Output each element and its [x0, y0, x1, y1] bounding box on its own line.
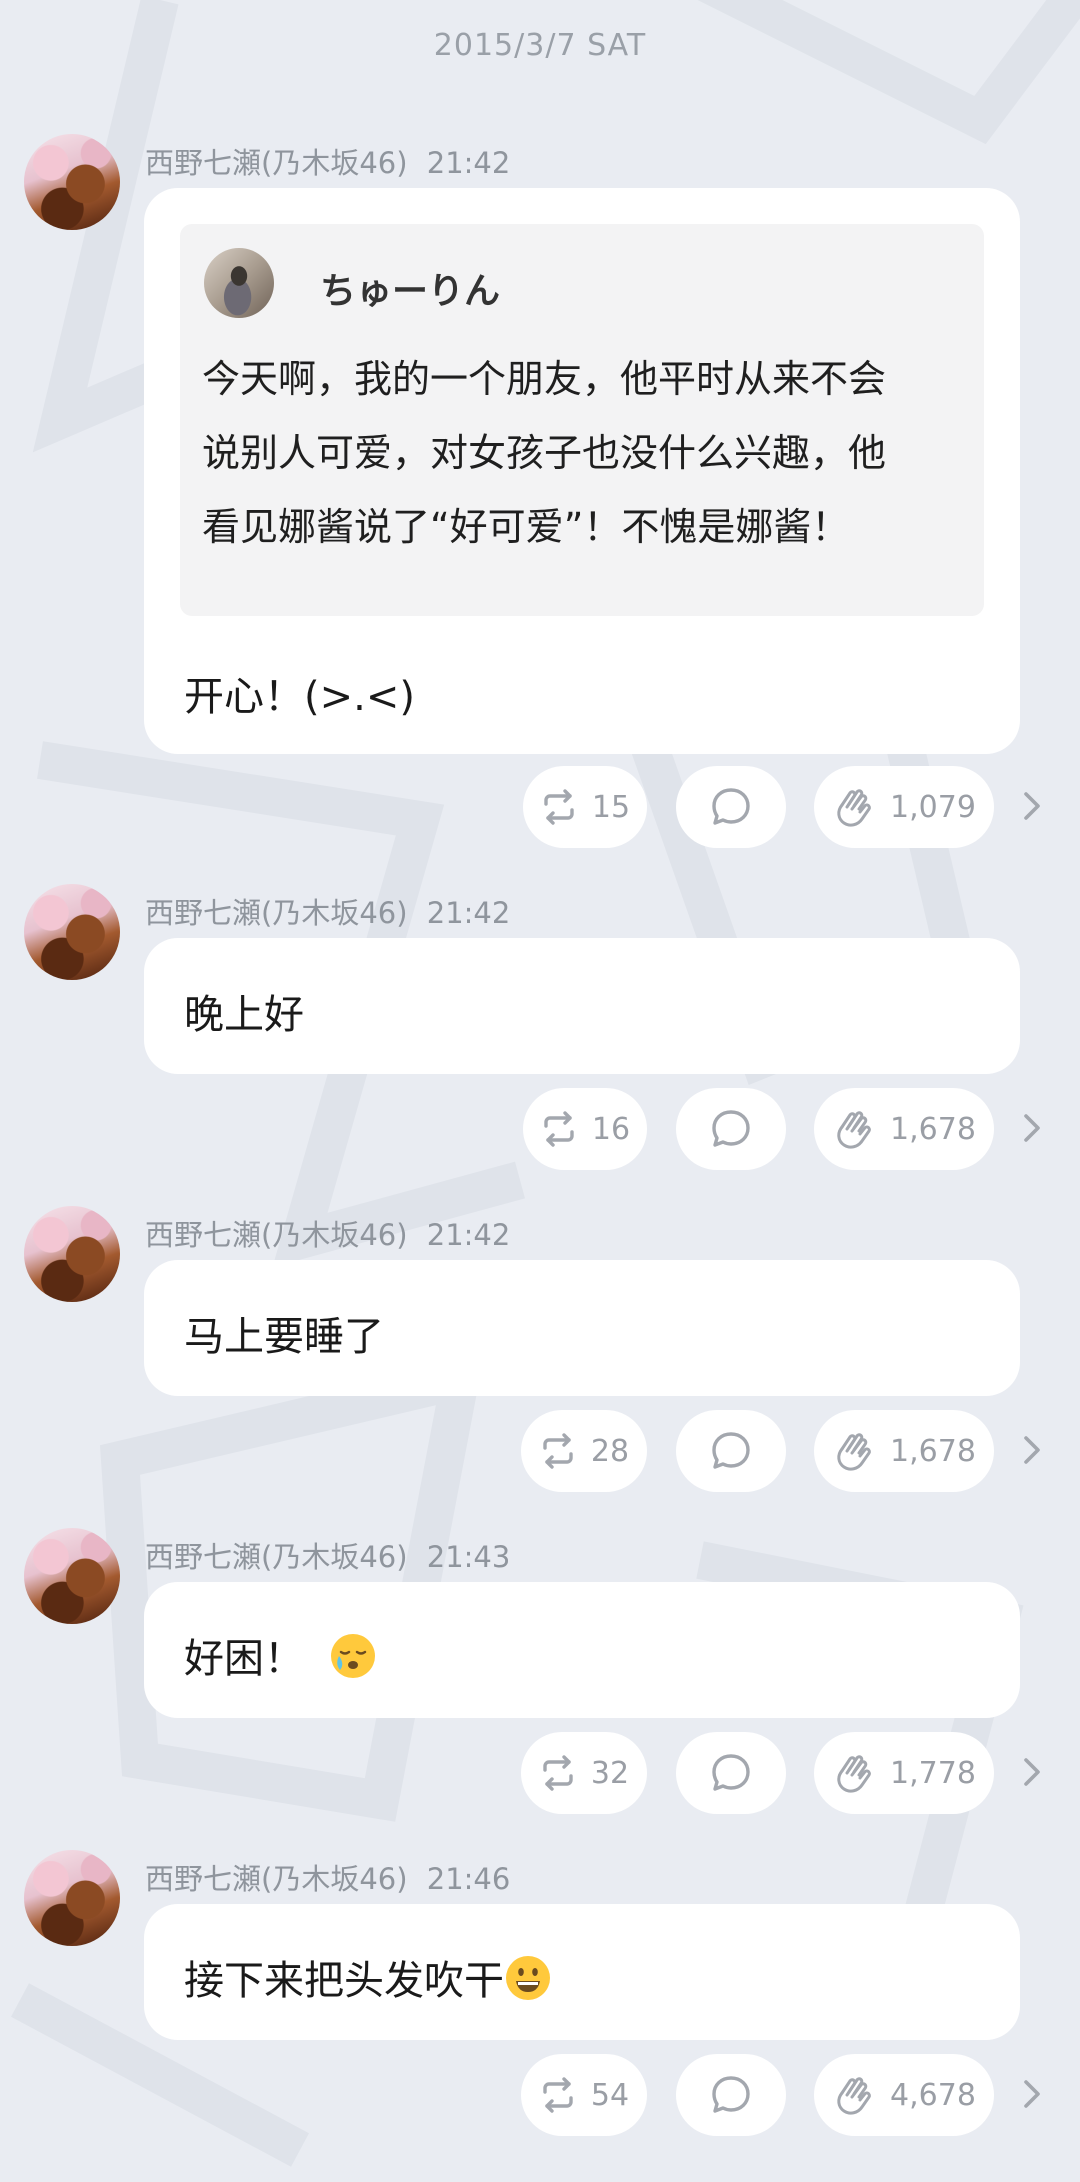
post-meta: 西野七瀬(乃木坂46) 21:42 — [145, 890, 510, 932]
message-bubble[interactable]: 晚上好 — [144, 938, 1020, 1074]
author-name: 西野七瀬(乃木坂46) — [145, 1540, 408, 1574]
quoted-user-avatar — [204, 248, 274, 318]
repost-count: 54 — [590, 2077, 630, 2113]
repost-button[interactable]: 16 — [523, 1088, 647, 1170]
comment-icon — [712, 1110, 750, 1147]
author-avatar[interactable] — [24, 1206, 120, 1302]
comment-button[interactable] — [676, 766, 786, 848]
author-avatar[interactable] — [24, 1528, 120, 1624]
comment-button[interactable] — [676, 1410, 786, 1492]
comment-icon — [712, 788, 750, 825]
message-text: 接下来把头发吹干 — [184, 1958, 504, 2004]
repost-count: 16 — [591, 1111, 631, 1147]
sleepy-face-emoji — [330, 1634, 375, 1678]
post-actions: 54 4,678 — [0, 2054, 1080, 2138]
quoted-post[interactable]: ちゅーりん 今天啊，我的一个朋友，他平时从来不会 说别人可爱，对女孩子也没什么兴… — [180, 224, 984, 616]
clap-icon — [837, 789, 871, 827]
message-text: 好困！ — [184, 1636, 304, 1682]
message-text: 晚上好 — [184, 992, 304, 1038]
author-avatar[interactable] — [24, 1850, 120, 1946]
post-time: 21:42 — [426, 1218, 511, 1252]
quoted-text-line: 说别人可爱，对女孩子也没什么兴趣，他 — [202, 431, 887, 475]
author-name: 西野七瀬(乃木坂46) — [145, 896, 408, 930]
post-actions: 15 1,079 — [0, 766, 1080, 850]
message-line: 接下来把头发吹干 — [184, 1948, 550, 2006]
message-text: 开心！(>.<) — [184, 674, 415, 720]
post-meta: 西野七瀬(乃木坂46) 21:42 — [145, 1212, 510, 1254]
post-meta: 西野七瀬(乃木坂46) 21:42 — [145, 140, 510, 182]
repost-button[interactable]: 28 — [521, 1410, 647, 1492]
chevron-right-icon[interactable] — [1014, 1752, 1050, 1792]
post-actions: 28 1,678 — [0, 1410, 1080, 1494]
repost-count: 32 — [590, 1755, 630, 1791]
repost-count: 15 — [591, 789, 631, 825]
chevron-right-icon[interactable] — [1014, 1430, 1050, 1470]
repost-icon — [543, 1755, 573, 1791]
author-avatar[interactable] — [24, 884, 120, 980]
comment-icon — [712, 1754, 750, 1791]
post-meta: 西野七瀬(乃木坂46) 21:46 — [145, 1856, 510, 1898]
comment-button[interactable] — [676, 1088, 786, 1170]
clap-button[interactable]: 4,678 — [814, 2054, 994, 2136]
post-actions: 32 1,778 — [0, 1732, 1080, 1816]
quoted-user-name: ちゅーりん — [320, 271, 501, 312]
repost-icon — [544, 789, 574, 825]
message-bubble[interactable]: 马上要睡了 — [144, 1260, 1020, 1396]
repost-button[interactable]: 15 — [523, 766, 647, 848]
date-header: 2015/3/7 SAT — [433, 28, 647, 63]
message-line: 好困！ — [184, 1626, 375, 1684]
clap-icon — [837, 1755, 871, 1793]
repost-count: 28 — [590, 1433, 630, 1469]
comment-button[interactable] — [676, 2054, 786, 2136]
clap-count: 1,079 — [890, 789, 976, 825]
message-text: 马上要睡了 — [184, 1314, 384, 1360]
post-time: 21:42 — [426, 146, 511, 180]
post-time: 21:43 — [426, 1540, 511, 1574]
comment-icon — [712, 2076, 750, 2113]
repost-button[interactable]: 32 — [521, 1732, 647, 1814]
author-avatar[interactable] — [24, 134, 120, 230]
chevron-right-icon[interactable] — [1014, 2074, 1050, 2114]
post-meta: 西野七瀬(乃木坂46) 21:43 — [145, 1534, 510, 1576]
repost-icon — [543, 1433, 573, 1469]
quoted-text-line: 今天啊，我的一个朋友，他平时从来不会 — [202, 357, 887, 401]
author-name: 西野七瀬(乃木坂46) — [145, 1218, 408, 1252]
clap-icon — [837, 2077, 871, 2115]
message-bubble[interactable]: 接下来把头发吹干 — [144, 1904, 1020, 2040]
clap-icon — [837, 1111, 871, 1149]
message-bubble[interactable]: ちゅーりん 今天啊，我的一个朋友，他平时从来不会 说别人可爱，对女孩子也没什么兴… — [144, 188, 1020, 754]
post-time: 21:42 — [426, 896, 511, 930]
repost-icon — [544, 1111, 574, 1147]
message-bubble[interactable]: 好困！ — [144, 1582, 1020, 1718]
quoted-text-line: 看见娜酱说了“好可爱”！不愧是娜酱！ — [202, 505, 850, 549]
post-time: 21:46 — [426, 1862, 511, 1896]
author-name: 西野七瀬(乃木坂46) — [145, 1862, 408, 1896]
clap-button[interactable]: 1,678 — [814, 1410, 994, 1492]
clap-count: 1,778 — [890, 1755, 976, 1791]
comment-icon — [712, 1432, 750, 1469]
clap-count: 1,678 — [890, 1433, 976, 1469]
clap-button[interactable]: 1,678 — [814, 1088, 994, 1170]
chevron-right-icon[interactable] — [1014, 786, 1050, 826]
grinning-face-emoji — [506, 1956, 550, 2000]
post-actions: 16 1,678 — [0, 1088, 1080, 1172]
clap-button[interactable]: 1,079 — [814, 766, 994, 848]
author-name: 西野七瀬(乃木坂46) — [145, 146, 408, 180]
chat-timeline: 2015/3/7 SAT 西野七瀬(乃木坂46) 21:42 ちゅーりん 今天啊… — [0, 0, 1080, 2182]
clap-count: 4,678 — [890, 2077, 976, 2113]
chevron-right-icon[interactable] — [1014, 1108, 1050, 1148]
comment-button[interactable] — [676, 1732, 786, 1814]
repost-button[interactable]: 54 — [521, 2054, 647, 2136]
clap-icon — [837, 1433, 871, 1471]
clap-count: 1,678 — [890, 1111, 976, 1147]
repost-icon — [543, 2077, 573, 2113]
clap-button[interactable]: 1,778 — [814, 1732, 994, 1814]
